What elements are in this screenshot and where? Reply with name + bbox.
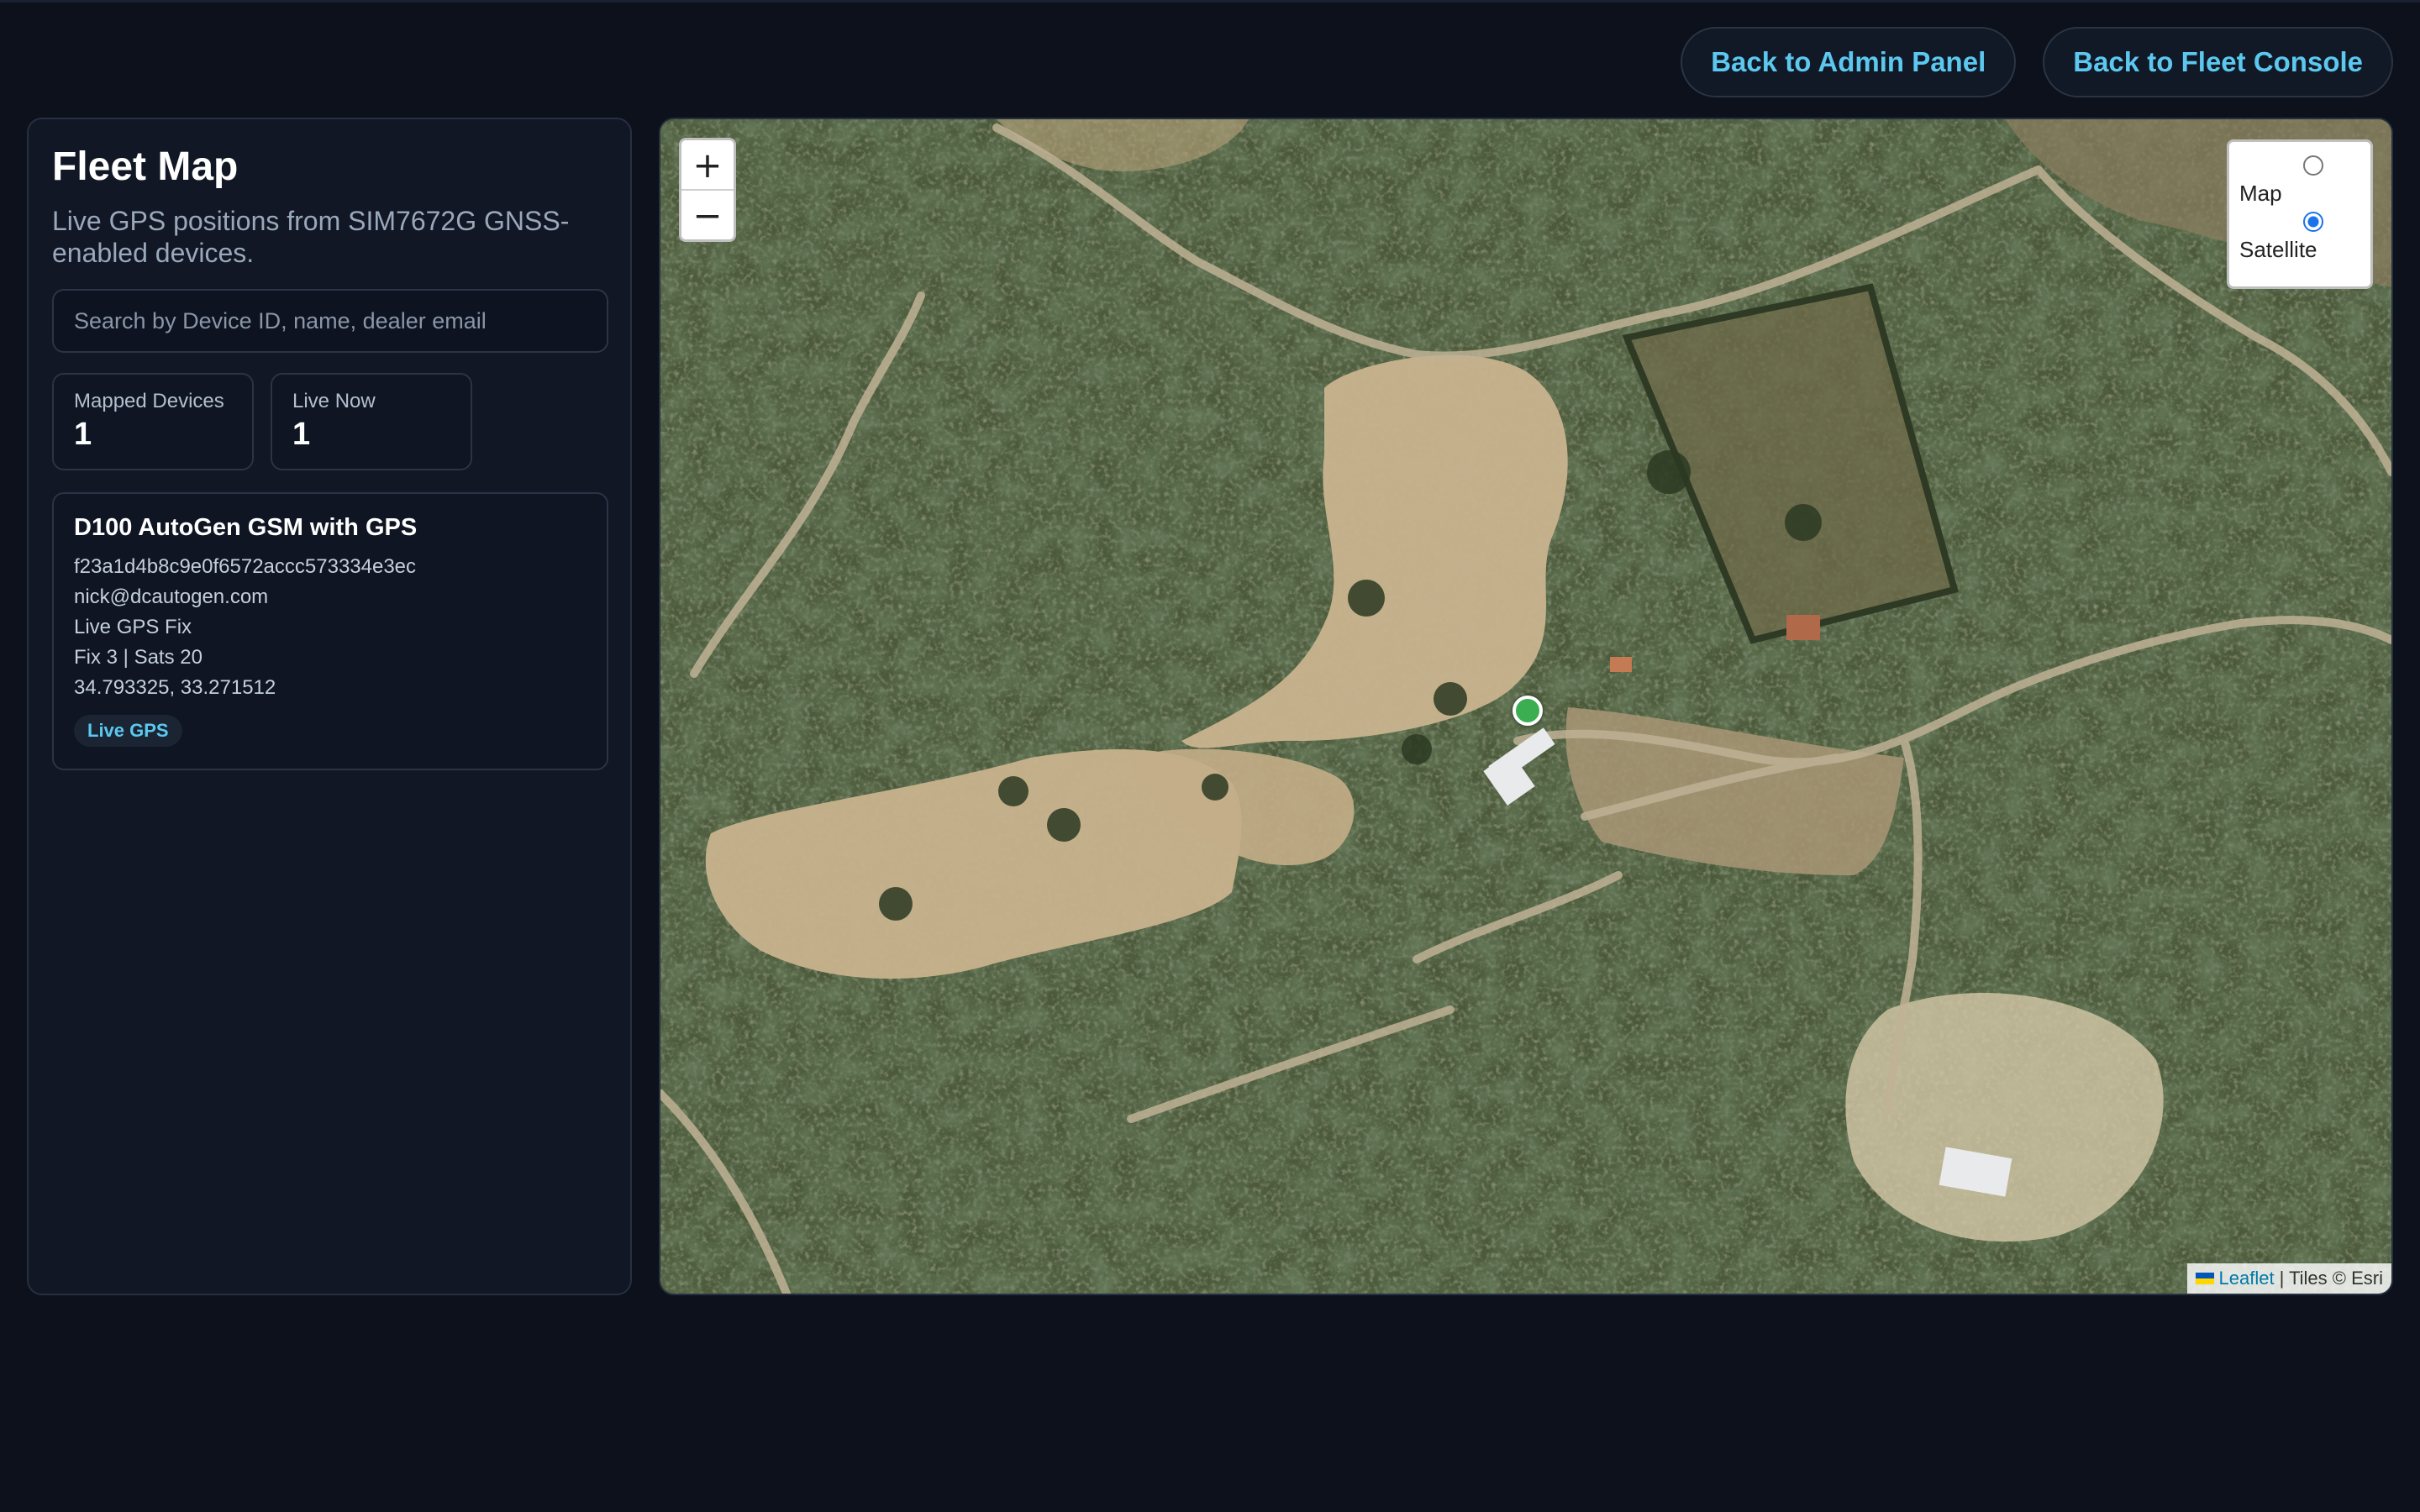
map-layer-radio[interactable] [2303, 155, 2323, 176]
mapped-devices-stat: Mapped Devices 1 [52, 373, 254, 471]
zoom-in-button[interactable]: + [681, 140, 734, 189]
leaflet-link[interactable]: Leaflet [2219, 1268, 2275, 1289]
tiles-attribution: | Tiles © Esri [2279, 1268, 2383, 1289]
device-card[interactable]: D100 AutoGen GSM with GPS f23a1d4b8c9e0f… [52, 492, 608, 771]
satellite-layer-radio[interactable] [2303, 212, 2323, 232]
fleet-sidebar: Fleet Map Live GPS positions from SIM767… [27, 118, 632, 1295]
stat-label: Live Now [292, 390, 376, 413]
live-gps-badge: Live GPS [74, 715, 182, 748]
zoom-control: + − [679, 138, 736, 242]
device-location-marker[interactable] [1512, 696, 1543, 726]
stats-row: Mapped Devices 1 Live Now 1 [52, 373, 607, 471]
stat-value: 1 [74, 417, 92, 453]
stat-value: 1 [292, 417, 311, 453]
back-to-fleet-console-button[interactable]: Back to Fleet Console [2043, 27, 2393, 97]
stat-label: Mapped Devices [74, 390, 224, 413]
layer-option-satellite[interactable]: Satellite [2239, 207, 2360, 263]
map-attribution: Leaflet | Tiles © Esri [2186, 1263, 2391, 1294]
ukraine-flag-icon [2195, 1273, 2214, 1284]
live-now-stat: Live Now 1 [271, 373, 472, 471]
device-id: f23a1d4b8c9e0f6572accc573334e3ec [74, 555, 417, 579]
device-coordinates: 34.793325, 33.271512 [74, 676, 276, 700]
fix-sats: Fix 3 | Sats 20 [74, 646, 203, 669]
layer-option-map[interactable]: Map [2239, 150, 2360, 207]
page-title: Fleet Map [52, 144, 239, 189]
dealer-email: nick@dcautogen.com [74, 585, 269, 609]
fleet-map[interactable]: + − Map Satellite Leaflet | Tiles © Esri [659, 118, 2393, 1295]
fix-status: Live GPS Fix [74, 616, 192, 639]
top-actions: Back to Admin Panel Back to Fleet Consol… [1681, 27, 2393, 97]
top-border [0, 0, 2420, 3]
zoom-out-button[interactable]: − [681, 189, 734, 239]
page-subtitle: Live GPS positions from SIM7672G GNSS-en… [52, 205, 570, 268]
device-name: D100 AutoGen GSM with GPS [74, 514, 418, 542]
map-layer-label: Map [2239, 181, 2282, 206]
device-search-input[interactable] [52, 289, 608, 354]
satellite-layer-label: Satellite [2239, 237, 2317, 262]
back-to-admin-panel-button[interactable]: Back to Admin Panel [1681, 27, 2017, 97]
layer-switcher: Map Satellite [2227, 139, 2373, 289]
